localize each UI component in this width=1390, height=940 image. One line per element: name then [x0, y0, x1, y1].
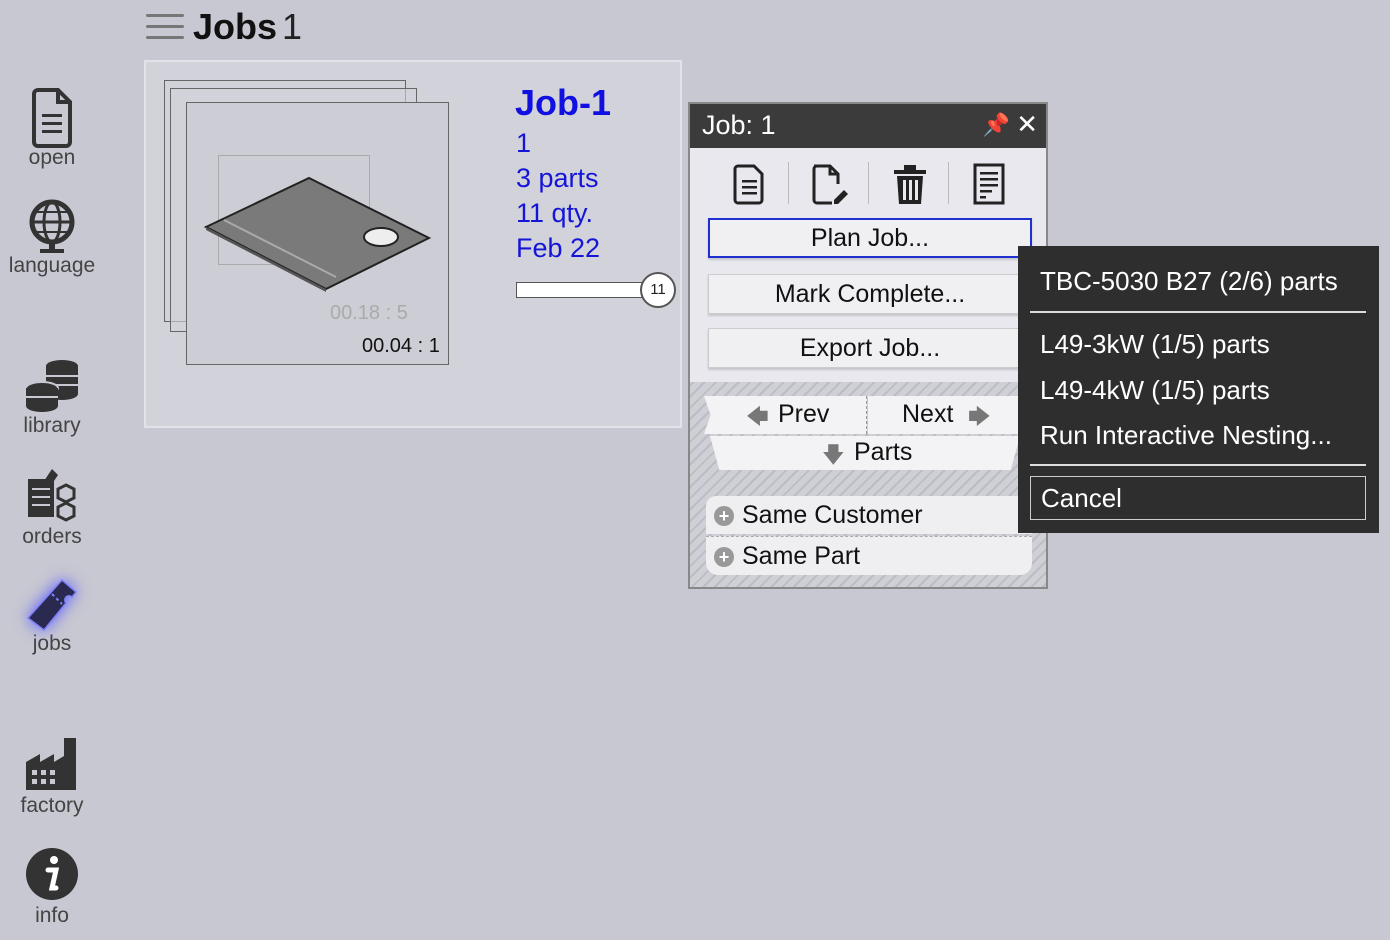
- ticket-icon: [26, 578, 78, 632]
- pin-icon[interactable]: 📌: [983, 113, 1010, 138]
- menu-separator: [1030, 311, 1366, 313]
- toolbar-separator: [948, 162, 949, 204]
- sidebar-label: factory: [20, 794, 84, 817]
- arrow-right-icon: 🡆: [968, 404, 991, 429]
- mark-complete-button[interactable]: Mark Complete...: [708, 274, 1032, 314]
- arrow-down-icon: 🡇: [822, 442, 845, 467]
- job-panel: Job: 1 📌 ✕ Plan Job... Mark Complete... …: [688, 102, 1048, 589]
- sidebar-item-factory[interactable]: factory: [0, 734, 104, 818]
- time-back: 00.18 : 5: [330, 302, 408, 324]
- sidebar-label: library: [23, 414, 81, 437]
- same-customer-label: Same Customer: [742, 501, 923, 529]
- job-parts: 3 parts: [516, 163, 599, 193]
- toolbar-separator: [788, 162, 789, 204]
- document-icon: [32, 88, 72, 148]
- prev-button[interactable]: 🡄 Prev: [704, 396, 867, 434]
- sidebar-label: open: [28, 146, 76, 169]
- sidebar-item-info[interactable]: info: [0, 844, 104, 928]
- progress-count: 11: [640, 272, 676, 308]
- sidebar-label: info: [35, 904, 69, 927]
- plus-circle-icon: +: [714, 547, 734, 568]
- same-customer-option[interactable]: + Same Customer: [706, 496, 1032, 534]
- arrow-left-icon: 🡄: [746, 404, 769, 429]
- sidebar-label: orders: [22, 525, 82, 548]
- menu-item-run-nesting[interactable]: Run Interactive Nesting...: [1040, 420, 1332, 451]
- menu-item-l49-4kw[interactable]: L49-4kW (1/5) parts: [1040, 375, 1270, 406]
- next-label: Next: [902, 400, 954, 428]
- sidebar-item-language[interactable]: language: [0, 194, 104, 278]
- sidebar-label: language: [8, 254, 96, 277]
- orders-icon: [28, 469, 76, 522]
- database-icon: [25, 360, 78, 412]
- page-title: Jobs: [193, 6, 278, 47]
- parts-button[interactable]: 🡇 Parts: [710, 436, 1020, 470]
- job-count: 1: [282, 6, 303, 47]
- factory-icon: [26, 738, 76, 790]
- panel-title: Job: 1: [702, 110, 776, 140]
- job-date: Feb 22: [516, 233, 601, 263]
- time-front: 00.04 : 1: [362, 335, 440, 357]
- panel-header: Job: 1 📌 ✕: [690, 104, 1046, 148]
- sidebar-item-jobs[interactable]: jobs: [0, 572, 104, 656]
- menu-item-tbc-5030[interactable]: TBC-5030 B27 (2/6) parts: [1040, 266, 1338, 297]
- parts-label: Parts: [854, 438, 913, 466]
- job-name[interactable]: Job-1: [515, 82, 611, 124]
- part-thumbnail: [203, 176, 432, 292]
- next-button[interactable]: Next 🡆: [868, 396, 1018, 434]
- plan-job-button[interactable]: Plan Job...: [708, 218, 1032, 258]
- same-part-label: Same Part: [742, 542, 861, 570]
- menu-separator: [1030, 464, 1366, 466]
- document-icon[interactable]: [730, 162, 770, 206]
- sidebar-item-open[interactable]: open: [0, 86, 104, 170]
- plus-circle-icon: +: [714, 506, 734, 527]
- job-qty: 11 qty.: [516, 198, 594, 228]
- prev-label: Prev: [778, 400, 830, 428]
- menu-icon[interactable]: [146, 14, 184, 44]
- trash-icon[interactable]: [890, 162, 930, 206]
- plan-job-menu: TBC-5030 B27 (2/6) parts L49-3kW (1/5) p…: [1018, 246, 1379, 533]
- job-id: 1: [516, 128, 532, 158]
- same-part-option[interactable]: + Same Part: [706, 536, 1032, 575]
- edit-document-icon[interactable]: [808, 162, 848, 206]
- menu-item-l49-3kw[interactable]: L49-3kW (1/5) parts: [1040, 329, 1270, 360]
- menu-cancel-button[interactable]: Cancel: [1030, 476, 1366, 520]
- export-job-button[interactable]: Export Job...: [708, 328, 1032, 368]
- progress-bar: [516, 282, 646, 298]
- close-icon[interactable]: ✕: [1016, 110, 1038, 140]
- toolbar-separator: [868, 162, 869, 204]
- sidebar-item-library[interactable]: library: [0, 354, 104, 438]
- globe-icon: [29, 199, 75, 253]
- info-icon: [26, 848, 78, 900]
- sidebar-item-orders[interactable]: orders: [0, 465, 104, 549]
- report-icon[interactable]: [970, 162, 1010, 206]
